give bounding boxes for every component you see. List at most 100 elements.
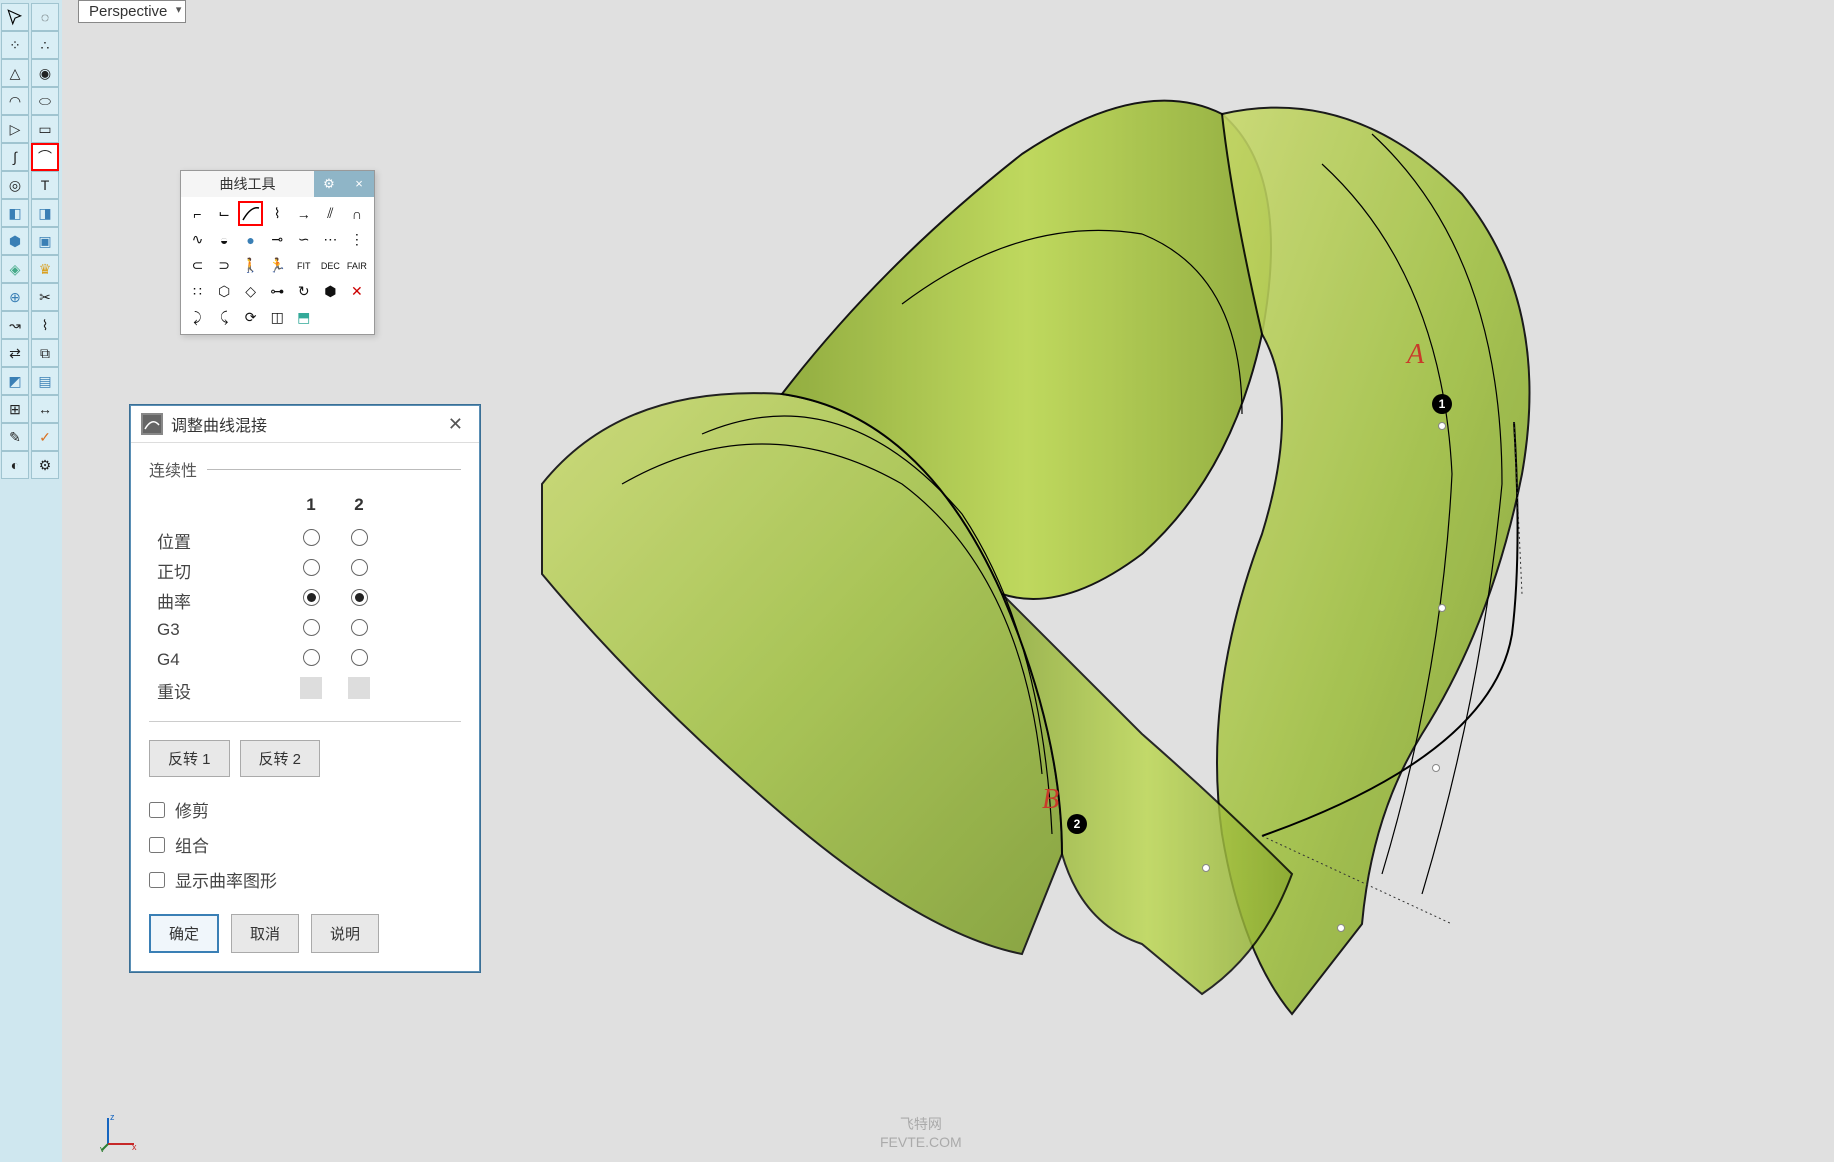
curvature-2-radio[interactable]: [351, 589, 368, 606]
reset-1-button[interactable]: [300, 677, 322, 699]
close-icon[interactable]: ×: [344, 171, 374, 197]
arc-tool-icon[interactable]: ◠: [1, 87, 29, 115]
g4-1-radio[interactable]: [303, 649, 320, 666]
tb-fit-icon[interactable]: FIT: [291, 253, 316, 278]
polyline-tool-icon[interactable]: △: [1, 59, 29, 87]
tb-fillet-icon[interactable]: ⌐: [185, 201, 210, 226]
array-tool-icon[interactable]: ⊞: [1, 395, 29, 423]
tb-a-icon[interactable]: ⤸: [185, 305, 210, 330]
curve-end-marker-1[interactable]: 1: [1432, 394, 1452, 414]
ellipse-tool-icon[interactable]: ⬭: [31, 87, 59, 115]
control-point[interactable]: [1202, 864, 1210, 872]
tb-dash-icon[interactable]: ⋯: [318, 227, 343, 252]
polygon-tool-icon[interactable]: ▷: [1, 115, 29, 143]
cancel-button[interactable]: 取消: [231, 914, 299, 953]
blend-curve-dialog[interactable]: 调整曲线混接 ✕ 连续性 1 2 位置 正切 曲率: [130, 405, 480, 972]
box-tool-icon[interactable]: ◩: [1, 367, 29, 395]
tb-match-icon[interactable]: ⌇: [265, 201, 290, 226]
tb-degree-icon[interactable]: ◇: [238, 279, 263, 304]
tb-adjust-icon[interactable]: ●: [238, 227, 263, 252]
curve-end-marker-2[interactable]: 2: [1067, 814, 1087, 834]
control-point[interactable]: [1432, 764, 1440, 772]
tb-fair-icon[interactable]: ∿: [185, 227, 210, 252]
offset-tool-icon[interactable]: ◎: [1, 171, 29, 199]
tb-run-icon[interactable]: 🏃: [265, 253, 290, 278]
tb-offset-icon[interactable]: ⫽: [318, 201, 343, 226]
render-tool-icon[interactable]: ◐: [1, 451, 29, 479]
annotate-tool-icon[interactable]: ✎: [1, 423, 29, 451]
tb-periodic-icon[interactable]: ↻: [291, 279, 316, 304]
tb-delete-icon[interactable]: ✕: [344, 279, 369, 304]
tb-knot-icon[interactable]: ⬡: [212, 279, 237, 304]
text-tool-icon[interactable]: T: [31, 171, 59, 199]
tb-b-icon[interactable]: ⤹: [212, 305, 237, 330]
tb-tween-icon[interactable]: ∩: [344, 201, 369, 226]
cylinder-tool-icon[interactable]: ⬢: [1, 227, 29, 255]
control-point[interactable]: [1438, 422, 1446, 430]
tb-break-icon[interactable]: ⊃: [212, 253, 237, 278]
curvature-1-radio[interactable]: [303, 589, 320, 606]
trim-checkbox[interactable]: [149, 802, 165, 818]
tb-extend-icon[interactable]: →: [291, 201, 316, 226]
circle-tool-icon[interactable]: ◉: [31, 59, 59, 87]
tb-simplify-icon[interactable]: ∽: [291, 227, 316, 252]
solid-tool-icon[interactable]: ◨: [31, 199, 59, 227]
mesh-tool-icon[interactable]: ◈: [1, 255, 29, 283]
settings-tool-icon[interactable]: ⚙: [31, 451, 59, 479]
point-tool-icon[interactable]: ⁘: [1, 31, 29, 59]
copy-tool-icon[interactable]: ⧉: [31, 339, 59, 367]
position-2-radio[interactable]: [351, 529, 368, 546]
tb-dec-icon[interactable]: DEC: [318, 253, 343, 278]
help-button[interactable]: 说明: [311, 914, 379, 953]
tb-seam-icon[interactable]: ⋮: [344, 227, 369, 252]
select-tool-icon[interactable]: [1, 3, 29, 31]
tb-chamfer-icon[interactable]: ⌙: [212, 201, 237, 226]
check-tool-icon[interactable]: ✓: [31, 423, 59, 451]
join-checkbox[interactable]: [149, 837, 165, 853]
control-point[interactable]: [1438, 604, 1446, 612]
g4-2-radio[interactable]: [351, 649, 368, 666]
tangent-1-radio[interactable]: [303, 559, 320, 576]
extrude-tool-icon[interactable]: ▣: [31, 227, 59, 255]
tb-blend-curve-icon[interactable]: [238, 201, 263, 226]
ok-button[interactable]: 确定: [149, 914, 219, 953]
reset-2-button[interactable]: [348, 677, 370, 699]
crown-tool-icon[interactable]: ♛: [31, 255, 59, 283]
lasso-tool-icon[interactable]: ◌: [31, 3, 59, 31]
blend-tool-icon[interactable]: ⌇: [31, 311, 59, 339]
flip-2-button[interactable]: 反转 2: [240, 740, 321, 777]
tb-edit-icon[interactable]: ⊸: [265, 227, 290, 252]
gear-icon[interactable]: ⚙: [314, 171, 344, 197]
g3-2-radio[interactable]: [351, 619, 368, 636]
tb-handle-icon[interactable]: ⊶: [265, 279, 290, 304]
graph-checkbox[interactable]: [149, 872, 165, 888]
flip-1-button[interactable]: 反转 1: [149, 740, 230, 777]
toolbox-header[interactable]: 曲线工具 ⚙ ×: [181, 171, 374, 197]
transform-tool-icon[interactable]: ⇄: [1, 339, 29, 367]
tb-pts-icon[interactable]: ∷: [185, 279, 210, 304]
sweep-tool-icon[interactable]: ↝: [1, 311, 29, 339]
tb-fair2-icon[interactable]: FAIR: [344, 253, 369, 278]
layers-tool-icon[interactable]: ▤: [31, 367, 59, 395]
position-1-radio[interactable]: [303, 529, 320, 546]
rectangle-tool-icon[interactable]: ▭: [31, 115, 59, 143]
tb-e-icon[interactable]: ⬒: [291, 305, 316, 330]
control-point[interactable]: [1337, 924, 1345, 932]
viewport-tab[interactable]: Perspective: [78, 0, 186, 23]
points-tool-icon[interactable]: ∴: [31, 31, 59, 59]
surface-tool-icon[interactable]: ◧: [1, 199, 29, 227]
curve-tools-flyout-icon[interactable]: ⌒: [31, 143, 59, 171]
tb-sub-icon[interactable]: ⊂: [185, 253, 210, 278]
boolean-tool-icon[interactable]: ⊕: [1, 283, 29, 311]
tb-d-icon[interactable]: ◫: [265, 305, 290, 330]
dialog-close-icon[interactable]: ✕: [442, 414, 469, 435]
trim-tool-icon[interactable]: ✂: [31, 283, 59, 311]
tb-c-icon[interactable]: ⟳: [238, 305, 263, 330]
curve-toolbox[interactable]: 曲线工具 ⚙ × ⌐ ⌙ ⌇ → ⫽ ∩ ∿ ◒ ● ⊸ ∽ ⋯ ⋮ ⊂ ⊃ 🚶…: [180, 170, 375, 335]
tb-cylinder-icon[interactable]: ⬢: [318, 279, 343, 304]
g3-1-radio[interactable]: [303, 619, 320, 636]
dimension-tool-icon[interactable]: ↔: [31, 395, 59, 423]
tangent-2-radio[interactable]: [351, 559, 368, 576]
tb-person-icon[interactable]: 🚶: [238, 253, 263, 278]
dialog-titlebar[interactable]: 调整曲线混接 ✕: [131, 406, 479, 443]
